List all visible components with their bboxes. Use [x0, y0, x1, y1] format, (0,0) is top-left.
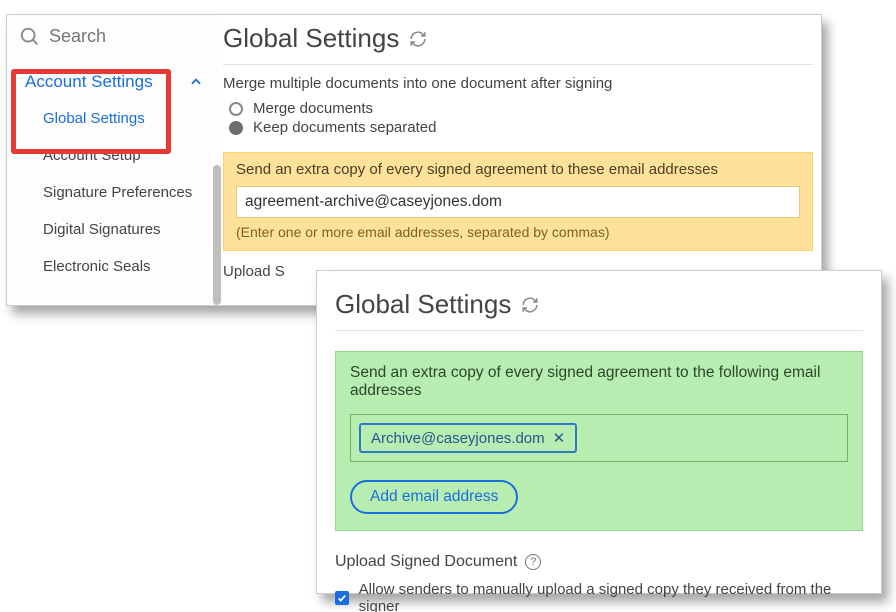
- sidebar-item-electronic-seals[interactable]: Electronic Seals: [7, 248, 217, 285]
- page-title: Global Settings: [223, 23, 813, 54]
- sidebar-section-label: Account Settings: [25, 72, 153, 92]
- add-email-button[interactable]: Add email address: [350, 480, 518, 514]
- page-title-text: Global Settings: [335, 289, 511, 320]
- carbon-copy-section-old: Send an extra copy of every signed agree…: [223, 152, 813, 251]
- chevron-up-icon: [189, 75, 203, 89]
- remove-chip-icon[interactable]: ✕: [553, 429, 566, 447]
- allow-manual-upload-checkbox[interactable]: Allow senders to manually upload a signe…: [335, 581, 863, 612]
- carbon-copy-title: Send an extra copy of every signed agree…: [236, 161, 800, 178]
- search-row: [7, 15, 217, 58]
- search-icon: [19, 26, 41, 48]
- radio-icon: [229, 102, 243, 116]
- sidebar-item-signature-preferences[interactable]: Signature Preferences: [7, 174, 217, 211]
- radio-label: Merge documents: [253, 100, 373, 117]
- radio-icon-selected: [229, 121, 243, 135]
- carbon-copy-section-new: Send an extra copy of every signed agree…: [335, 351, 863, 531]
- main-content-old: Global Settings Merge multiple documents…: [223, 15, 813, 305]
- search-input[interactable]: [47, 25, 187, 48]
- carbon-copy-input[interactable]: [236, 186, 800, 218]
- email-chip-container[interactable]: Archive@caseyjones.dom ✕: [350, 414, 848, 462]
- refresh-icon[interactable]: [409, 30, 427, 48]
- page-title-text: Global Settings: [223, 23, 399, 54]
- divider: [335, 330, 863, 331]
- settings-panel-new: Global Settings Send an extra copy of ev…: [316, 270, 882, 594]
- email-chip-text: Archive@caseyjones.dom: [371, 430, 545, 447]
- checkbox-checked-icon: [335, 591, 349, 605]
- carbon-copy-hint: (Enter one or more email addresses, sepa…: [236, 224, 800, 240]
- scrollbar[interactable]: [213, 165, 221, 305]
- radio-keep-separated[interactable]: Keep documents separated: [229, 119, 813, 136]
- page-title: Global Settings: [335, 289, 863, 320]
- refresh-icon[interactable]: [521, 296, 539, 314]
- settings-panel-old: Account Settings Global Settings Account…: [6, 14, 822, 306]
- merge-heading: Merge multiple documents into one docume…: [223, 75, 813, 92]
- email-chip: Archive@caseyjones.dom ✕: [359, 423, 577, 453]
- radio-merge-documents[interactable]: Merge documents: [229, 100, 813, 117]
- upload-signed-doc-label: Upload Signed Document ?: [335, 553, 863, 571]
- sidebar-item-global-settings[interactable]: Global Settings: [7, 100, 217, 137]
- divider: [223, 64, 813, 65]
- carbon-copy-title: Send an extra copy of every signed agree…: [350, 364, 848, 400]
- radio-label: Keep documents separated: [253, 119, 436, 136]
- upload-label-text: Upload Signed Document: [335, 553, 517, 571]
- help-icon[interactable]: ?: [525, 554, 541, 570]
- sidebar: Account Settings Global Settings Account…: [7, 15, 217, 305]
- sidebar-item-account-setup[interactable]: Account Setup: [7, 137, 217, 174]
- checkbox-label: Allow senders to manually upload a signe…: [359, 581, 863, 612]
- sidebar-section-account-settings[interactable]: Account Settings: [7, 58, 217, 100]
- sidebar-item-digital-signatures[interactable]: Digital Signatures: [7, 211, 217, 248]
